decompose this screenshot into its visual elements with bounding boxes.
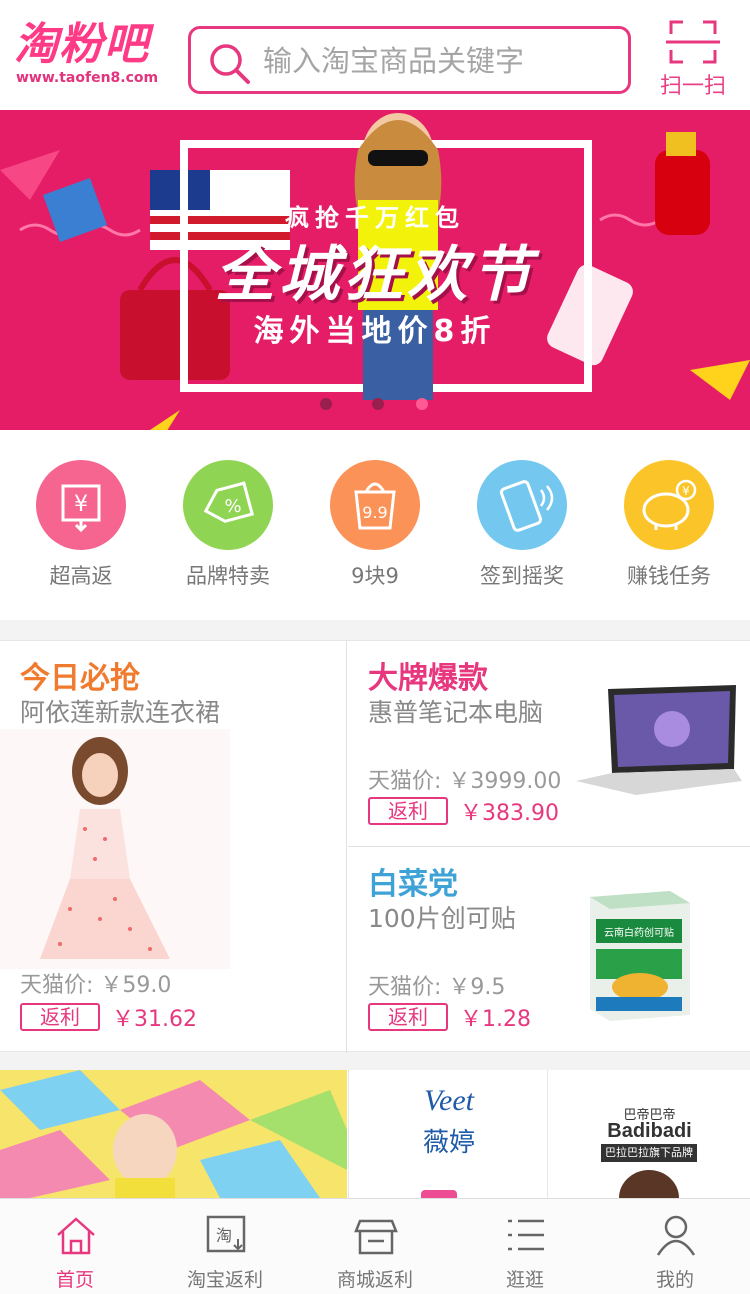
promo-price: 天猫价: ￥59.0 bbox=[20, 973, 172, 998]
store-icon bbox=[354, 1219, 398, 1255]
category-label: 签到摇奖 bbox=[480, 564, 564, 588]
promo-rebate: 返利 ￥1.28 bbox=[368, 1001, 531, 1032]
category-super-rebate[interactable]: ¥ 超高返 bbox=[20, 460, 140, 600]
category-label: 9块9 bbox=[351, 564, 399, 588]
category-label: 赚钱任务 bbox=[627, 564, 711, 588]
category-nine-nine[interactable]: 9.9 9块9 bbox=[314, 460, 434, 600]
category-label: 超高返 bbox=[49, 564, 113, 588]
badibadi-brand[interactable]: 巴帝巴帝 Badibadi 巴拉巴拉旗下品牌 bbox=[549, 1070, 750, 1198]
taobao-rebate-icon: 淘 bbox=[206, 1215, 246, 1253]
list-icon bbox=[508, 1219, 544, 1251]
veet-chinese-name: 薇婷 bbox=[422, 1128, 475, 1158]
phone-shake-icon bbox=[477, 460, 567, 550]
taofen8-logo[interactable]: 淘粉吧 www.taofen8.com bbox=[14, 20, 164, 92]
play-mat-brand[interactable] bbox=[0, 1070, 347, 1198]
promo-price: 天猫价: ￥9.5 bbox=[368, 975, 506, 1000]
promo-bargain[interactable]: 白菜党 100片创可贴 云南白药创可贴 天猫价: ￥9.5 返利 ￥1.28 bbox=[348, 847, 750, 1053]
promo-rebate: 返利 ￥31.62 bbox=[20, 1001, 197, 1032]
rebate-tag: 返利 bbox=[20, 1003, 100, 1031]
category-checkin-lottery[interactable]: 签到摇奖 bbox=[461, 460, 581, 600]
promo-title: 白菜党 bbox=[368, 867, 458, 902]
rebate-yen-icon: ¥ bbox=[36, 460, 126, 550]
svg-text:9.9: 9.9 bbox=[362, 503, 387, 522]
banner-pagination[interactable] bbox=[318, 396, 438, 412]
shopping-bag-99-icon: 9.9 bbox=[330, 460, 420, 550]
scan-icon bbox=[666, 20, 720, 64]
banner-headline-discount: 海外当地价8折 bbox=[253, 314, 497, 349]
tab-home[interactable]: 首页 bbox=[0, 1199, 150, 1294]
banner-dot-active[interactable] bbox=[416, 398, 428, 410]
logo-url: www.taofen8.com bbox=[16, 70, 159, 86]
home-icon bbox=[57, 1217, 95, 1255]
rebate-value: ￥383.90 bbox=[460, 801, 559, 826]
tab-browse[interactable]: 逛逛 bbox=[450, 1199, 600, 1294]
veet-logo: Veet bbox=[424, 1084, 474, 1117]
badibadi-logo: Badibadi bbox=[607, 1120, 692, 1142]
tab-label: 商城返利 bbox=[336, 1269, 413, 1291]
category-brand-sale[interactable]: % 品牌特卖 bbox=[167, 460, 287, 600]
scan-button[interactable]: 扫一扫 bbox=[652, 16, 734, 99]
rebate-tag: 返利 bbox=[368, 1003, 448, 1031]
rebate-tag: 返利 bbox=[368, 797, 448, 825]
veet-brand[interactable]: Veet 薇婷 bbox=[348, 1070, 548, 1198]
rebate-value: ￥31.62 bbox=[112, 1007, 197, 1032]
svg-text:¥: ¥ bbox=[682, 484, 690, 498]
promo-title: 今日必抢 bbox=[20, 661, 140, 696]
promo-banner[interactable]: 疯抢千万红包 全城狂欢节 海外当地价8折 bbox=[0, 110, 750, 430]
child-model-image bbox=[619, 1170, 679, 1198]
bandage-box-label: 云南白药创可贴 bbox=[604, 926, 674, 939]
promo-subtitle: 100片创可贴 bbox=[368, 904, 516, 933]
bandage-box-product-image: 云南白药创可贴 bbox=[590, 891, 690, 1021]
search-box[interactable] bbox=[188, 26, 631, 94]
bottom-tab-bar: 首页 淘 淘宝返利 商城返利 逛逛 我的 bbox=[0, 1198, 750, 1294]
category-earn-tasks[interactable]: ¥ 赚钱任务 bbox=[608, 460, 728, 600]
laptop-product-image bbox=[576, 685, 742, 795]
scan-label: 扫一扫 bbox=[659, 74, 726, 99]
search-input[interactable] bbox=[263, 39, 613, 83]
svg-text:¥: ¥ bbox=[74, 492, 88, 517]
category-label: 品牌特卖 bbox=[186, 564, 270, 588]
tab-my-account[interactable]: 我的 bbox=[600, 1199, 750, 1294]
promo-big-brand[interactable]: 大牌爆款 惠普笔记本电脑 天猫价: ￥3999.00 返利 ￥383.90 bbox=[348, 641, 750, 847]
play-mat-image bbox=[0, 1070, 347, 1198]
promo-title: 大牌爆款 bbox=[368, 661, 488, 696]
tab-mall-rebate[interactable]: 商城返利 bbox=[300, 1199, 450, 1294]
tab-label: 首页 bbox=[55, 1269, 94, 1291]
promo-grid: 今日必抢 阿依莲新款连衣裙 天猫价: ￥59.0 返利 ￥31.62 大牌爆款 惠… bbox=[0, 640, 750, 1053]
promo-subtitle: 惠普笔记本电脑 bbox=[368, 698, 544, 727]
tab-label: 我的 bbox=[655, 1269, 694, 1291]
tab-label: 逛逛 bbox=[505, 1269, 544, 1291]
banner-dot[interactable] bbox=[320, 398, 332, 410]
brand-strip: Veet 薇婷 巴帝巴帝 Badibadi 巴拉巴拉旗下品牌 bbox=[0, 1070, 750, 1198]
banner-headline-main: 全城狂欢节 bbox=[215, 240, 535, 310]
piggy-bank-icon: ¥ bbox=[624, 460, 714, 550]
category-grid: ¥ 超高返 % 品牌特卖 9.9 9块9 签到摇奖 ¥ 赚钱任务 bbox=[0, 430, 750, 620]
svg-text:%: % bbox=[224, 496, 241, 517]
veet-product-peek bbox=[421, 1190, 457, 1198]
promo-rebate: 返利 ￥383.90 bbox=[368, 795, 559, 826]
promo-price: 天猫价: ￥3999.00 bbox=[368, 769, 562, 794]
top-header: 淘粉吧 www.taofen8.com 扫一扫 bbox=[0, 0, 750, 110]
badibadi-tagline: 巴拉巴拉旗下品牌 bbox=[601, 1144, 697, 1162]
search-icon bbox=[210, 44, 250, 84]
banner-dot[interactable] bbox=[372, 398, 384, 410]
rebate-value: ￥1.28 bbox=[460, 1007, 531, 1032]
tab-taobao-rebate[interactable]: 淘 淘宝返利 bbox=[150, 1199, 300, 1294]
promo-today-must-buy[interactable]: 今日必抢 阿依莲新款连衣裙 天猫价: ￥59.0 返利 ￥31.62 bbox=[0, 641, 347, 1053]
discount-tag-icon: % bbox=[183, 460, 273, 550]
promo-subtitle: 阿依莲新款连衣裙 bbox=[20, 698, 221, 727]
tab-label: 淘宝返利 bbox=[186, 1269, 263, 1291]
svg-text:淘: 淘 bbox=[216, 1226, 232, 1245]
dress-product-image bbox=[0, 729, 230, 969]
logo-text: 淘粉吧 bbox=[14, 19, 149, 70]
user-icon bbox=[656, 1215, 696, 1256]
